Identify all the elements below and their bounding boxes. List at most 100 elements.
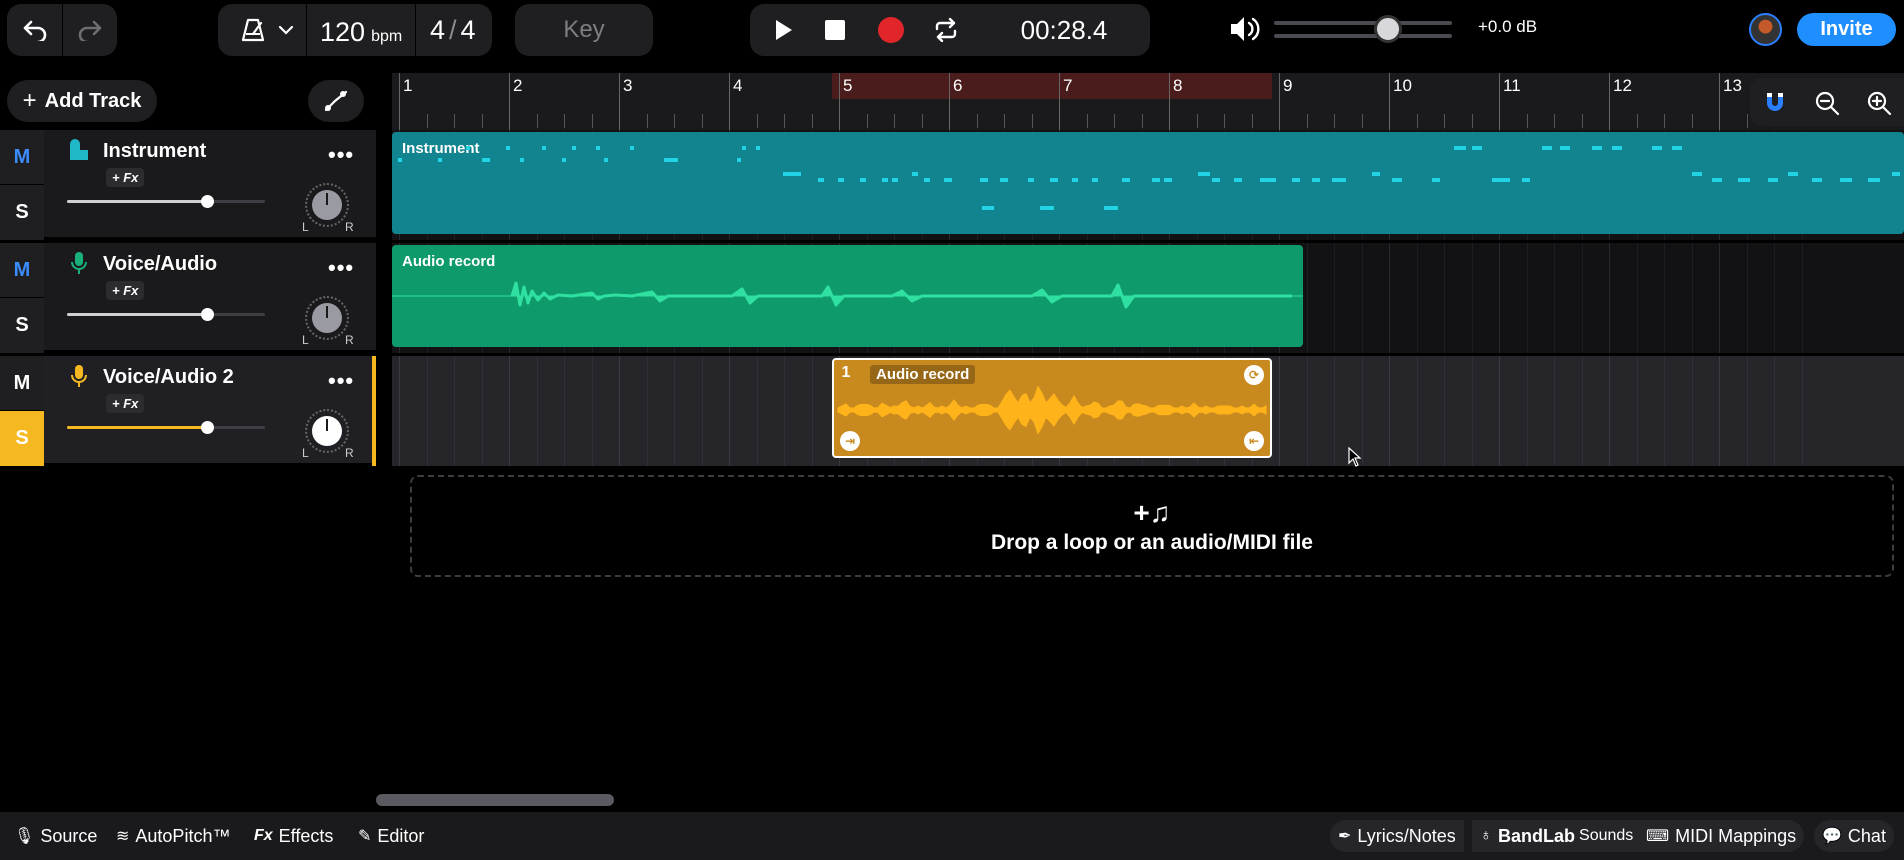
redo-icon (78, 20, 102, 41)
slider-handle[interactable] (201, 308, 214, 321)
metronome-button[interactable] (226, 4, 308, 56)
track-name[interactable]: Voice/Audio 2 (103, 366, 234, 389)
grid-line (1361, 243, 1363, 353)
ruler-minor-tick (921, 114, 923, 128)
snap-magnet-icon[interactable] (1762, 90, 1788, 116)
midi-mappings-button[interactable]: ⌨ MIDI Mappings (1638, 820, 1805, 852)
fx-icon: Fx (254, 827, 273, 844)
pan-knob[interactable] (312, 303, 342, 333)
horizontal-scrollbar[interactable] (376, 794, 614, 806)
master-volume-knob[interactable] (1374, 15, 1402, 43)
mute-button[interactable]: M (0, 356, 44, 411)
zoom-out-icon[interactable] (1814, 90, 1840, 116)
midi-note (1542, 146, 1552, 150)
slider-handle[interactable] (201, 421, 214, 434)
stop-button[interactable] (812, 4, 858, 56)
record-button[interactable] (868, 4, 914, 56)
more-options-icon[interactable]: ••• (328, 142, 354, 168)
ruler-minor-tick (591, 114, 593, 128)
lyrics-notes-button[interactable]: ✒ Lyrics/Notes (1330, 820, 1464, 852)
loop-button[interactable] (922, 4, 970, 56)
grid-line (509, 356, 510, 466)
play-button[interactable] (760, 4, 806, 56)
track-header-instrument[interactable]: M S Instrument + Fx ••• L R (0, 130, 376, 240)
grid-line (536, 356, 538, 466)
time-signature-field[interactable]: 4 / 4 (430, 4, 476, 56)
midi-note (1234, 178, 1242, 182)
midi-clip-instrument[interactable]: Instrument (392, 132, 1904, 234)
track-volume-slider[interactable] (67, 308, 265, 321)
chat-button[interactable]: 💬 Chat (1814, 820, 1894, 852)
ruler-major-tick (729, 73, 730, 130)
mute-button[interactable]: M (0, 243, 44, 298)
slider-handle[interactable] (201, 195, 214, 208)
autopitch-tab[interactable]: ≋ AutoPitch™ (108, 820, 238, 852)
midi-note (1122, 178, 1130, 182)
grid-line (1801, 356, 1803, 466)
track-name[interactable]: Instrument (103, 140, 206, 163)
grid-line (784, 356, 785, 466)
ruler-minor-tick (976, 114, 978, 128)
zoom-in-icon[interactable] (1866, 90, 1892, 116)
automation-button[interactable] (308, 80, 364, 122)
add-fx-button[interactable]: + Fx (106, 394, 145, 413)
ruler-minor-tick (1691, 114, 1693, 128)
audio-clip-voice-audio[interactable]: Audio record (392, 245, 1303, 347)
ruler-bar-label: 8 (1173, 76, 1183, 95)
add-track-label: Add Track (44, 89, 142, 112)
loop-region[interactable] (832, 73, 1272, 99)
ruler-bar-label: 1 (403, 76, 413, 95)
grid-line (646, 356, 648, 466)
midi-note (1840, 178, 1852, 182)
drop-zone[interactable]: +♫ Drop a loop or an audio/MIDI file (410, 475, 1894, 577)
ruler-minor-tick (1086, 114, 1088, 128)
bpm-field[interactable]: 120 bpm (320, 4, 402, 56)
add-fx-button[interactable]: + Fx (106, 168, 145, 187)
key-button[interactable]: Key (515, 4, 653, 56)
pan-knob[interactable] (312, 190, 342, 220)
ruler-minor-tick (536, 114, 538, 128)
ruler-minor-tick (1554, 114, 1555, 128)
undo-redo-group (7, 4, 117, 56)
tempo-group: 120 bpm 4 / 4 (218, 4, 492, 56)
source-label: Source (40, 825, 98, 846)
ruler-minor-tick (1224, 114, 1225, 128)
solo-button[interactable]: S (0, 298, 44, 353)
pan-knob[interactable] (312, 416, 342, 446)
slider-fill (67, 200, 207, 203)
undo-button[interactable] (7, 4, 62, 56)
volume-icon[interactable] (1229, 14, 1261, 44)
midi-note (398, 158, 402, 162)
add-track-button[interactable]: + Add Track (7, 80, 157, 122)
add-fx-button[interactable]: + Fx (106, 281, 145, 300)
source-tab[interactable]: 🎙 Source (6, 820, 105, 852)
track-volume-slider[interactable] (67, 421, 265, 434)
master-volume-track-right (1274, 34, 1452, 38)
ruler-bar-label: 3 (623, 76, 633, 95)
more-options-icon[interactable]: ••• (328, 255, 354, 281)
invite-button[interactable]: Invite (1797, 13, 1896, 46)
ruler-minor-tick (564, 114, 565, 128)
track-header-voice-audio[interactable]: M S Voice/Audio + Fx ••• L R (0, 243, 376, 353)
user-avatar[interactable] (1749, 13, 1782, 46)
grid-line (1581, 243, 1583, 353)
solo-button[interactable]: S (0, 411, 44, 466)
midi-note (542, 146, 546, 150)
track-name[interactable]: Voice/Audio (103, 253, 217, 276)
mute-button[interactable]: M (0, 130, 44, 185)
ruler-minor-tick (674, 114, 675, 128)
effects-tab[interactable]: Fx Effects (246, 820, 341, 852)
pan-left-label: L (302, 220, 309, 234)
audio-clip-voice-audio-2[interactable]: 1 Audio record ⟳ ⇥ ⇤ (832, 358, 1272, 458)
ruler-minor-tick (1581, 114, 1583, 128)
bandlab-sounds-button[interactable]: ♁ BandLab Sounds (1472, 820, 1642, 852)
midi-note (1692, 172, 1702, 176)
more-options-icon[interactable]: ••• (328, 368, 354, 394)
solo-button[interactable]: S (0, 185, 44, 240)
redo-button[interactable] (63, 4, 117, 56)
midi-note (1788, 172, 1798, 176)
undo-icon (23, 20, 46, 41)
editor-tab[interactable]: ✎ Editor (350, 820, 432, 852)
track-volume-slider[interactable] (67, 195, 265, 208)
track-header-voice-audio-2[interactable]: M S Voice/Audio 2 + Fx ••• L R (0, 356, 376, 466)
